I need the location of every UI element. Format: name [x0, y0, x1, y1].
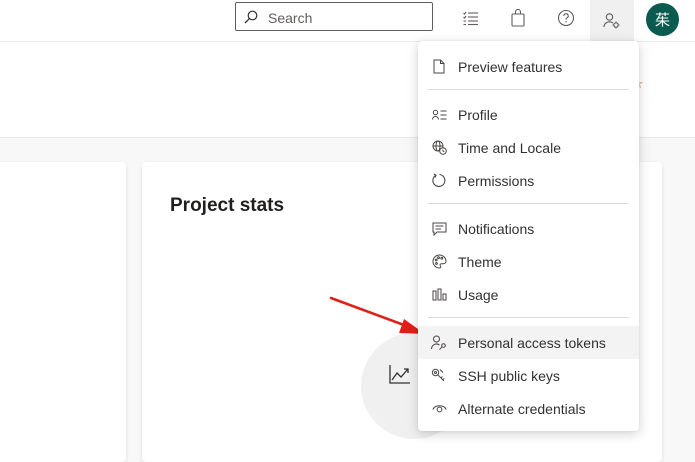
- refresh-icon: [431, 173, 447, 189]
- menu-item-theme[interactable]: Theme: [418, 245, 639, 278]
- menu-item-ssh-public-keys[interactable]: SSH public keys: [418, 359, 639, 392]
- globe-clock-icon: [431, 140, 447, 156]
- profile-card-icon: [431, 107, 447, 123]
- keys-icon: [431, 368, 447, 384]
- menu-divider: [428, 203, 629, 204]
- menu-item-label: Time and Locale: [458, 139, 561, 156]
- eye-icon: [431, 401, 447, 417]
- menu-item-label: Notifications: [458, 220, 535, 237]
- menu-item-profile[interactable]: Profile: [418, 98, 639, 131]
- menu-item-personal-access-tokens[interactable]: Personal access tokens: [418, 326, 639, 359]
- menu-item-time-and-locale[interactable]: Time and Locale: [418, 131, 639, 164]
- menu-item-notifications[interactable]: Notifications: [418, 212, 639, 245]
- menu-item-preview-features[interactable]: Preview features: [418, 50, 639, 83]
- comment-icon: [431, 221, 447, 237]
- menu-item-label: Usage: [458, 286, 499, 303]
- menu-item-alternate-credentials[interactable]: Alternate credentials: [418, 392, 639, 425]
- user-key-icon: [431, 335, 447, 351]
- menu-item-permissions[interactable]: Permissions: [418, 164, 639, 197]
- menu-item-label: Theme: [458, 253, 502, 270]
- menu-item-label: Permissions: [458, 172, 535, 189]
- document-icon: [431, 59, 447, 75]
- palette-icon: [431, 254, 447, 270]
- menu-item-label: Preview features: [458, 58, 563, 75]
- user-settings-menu: Preview features Profile Time and Locale…: [418, 41, 639, 431]
- bar-chart-icon: [431, 287, 447, 303]
- menu-item-label: Personal access tokens: [458, 334, 606, 351]
- menu-item-label: Alternate credentials: [458, 400, 586, 417]
- menu-item-label: SSH public keys: [458, 367, 560, 384]
- menu-item-usage[interactable]: Usage: [418, 278, 639, 311]
- menu-divider: [428, 89, 629, 90]
- menu-item-label: Profile: [458, 106, 498, 123]
- menu-divider: [428, 317, 629, 318]
